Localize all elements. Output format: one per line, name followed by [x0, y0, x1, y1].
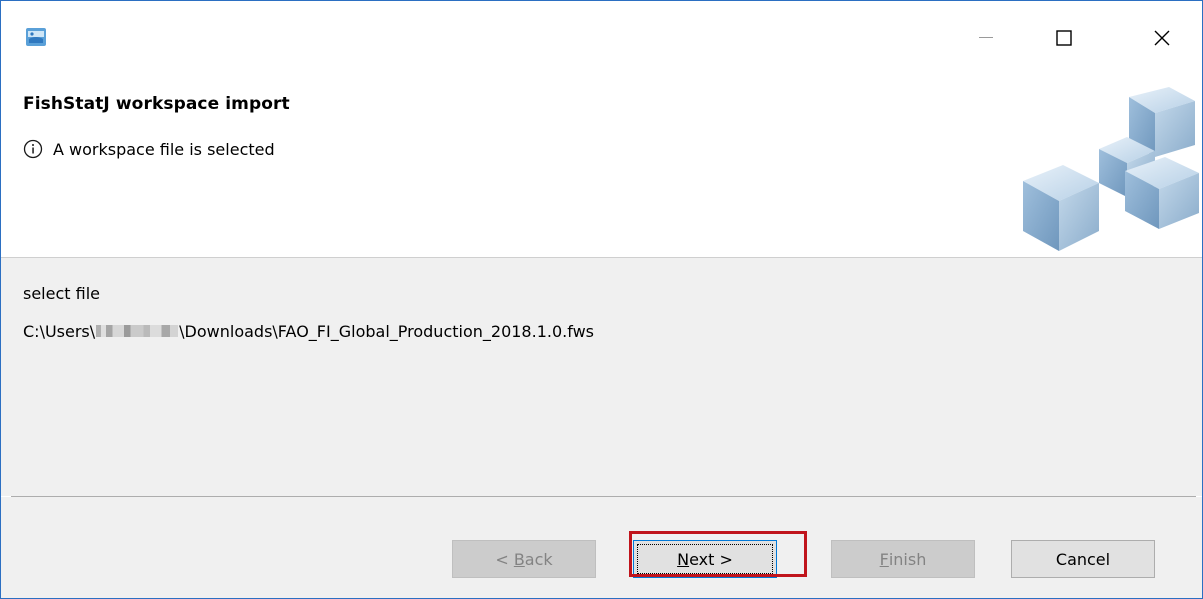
app-icon — [26, 28, 46, 46]
status-message-text: A workspace file is selected — [53, 139, 275, 159]
finish-button[interactable]: Finish — [831, 540, 975, 578]
redacted-username — [96, 325, 179, 337]
wizard-footer: < Back Next > Finish Cancel — [1, 497, 1202, 598]
back-button-prefix: < — [495, 549, 514, 569]
file-path-suffix: \Downloads\FAO_FI_Global_Production_2018… — [179, 321, 594, 341]
title-bar — [1, 1, 1202, 79]
minimize-icon — [979, 37, 993, 38]
finish-button-label: inish — [888, 549, 927, 569]
maximize-button[interactable] — [1043, 27, 1085, 49]
select-file-label: select file — [23, 284, 100, 303]
minimize-button[interactable] — [965, 27, 1007, 49]
page-title: FishStatJ workspace import — [23, 94, 290, 114]
info-icon — [23, 139, 43, 159]
cubes-graphic — [1023, 87, 1199, 251]
wizard-header: FishStatJ workspace import A workspace f… — [1, 79, 1202, 257]
back-button-mnemonic: B — [513, 549, 525, 569]
file-path: C:\Users\ \Downloads\FAO_FI_Global_Produ… — [23, 320, 594, 342]
cancel-button[interactable]: Cancel — [1011, 540, 1155, 578]
cube-right — [1125, 157, 1199, 229]
next-button[interactable]: Next > — [633, 540, 777, 578]
maximize-icon — [1056, 30, 1072, 46]
close-button[interactable] — [1141, 27, 1183, 49]
finish-button-mnemonic: F — [879, 549, 889, 569]
wizard-content: select file C:\Users\ \Downloads\FAO_FI_… — [1, 258, 1202, 496]
close-icon — [1154, 30, 1170, 46]
cancel-button-label: Cancel — [1055, 549, 1111, 569]
next-button-label: ext > — [689, 549, 733, 569]
back-button[interactable]: < Back — [452, 540, 596, 578]
import-wizard-window: FishStatJ workspace import A workspace f… — [0, 0, 1203, 599]
status-message: A workspace file is selected — [23, 137, 275, 161]
next-button-mnemonic: N — [677, 549, 690, 569]
file-path-prefix: C:\Users\ — [23, 321, 96, 341]
cube-left — [1023, 165, 1099, 251]
back-button-label: ack — [524, 549, 553, 569]
